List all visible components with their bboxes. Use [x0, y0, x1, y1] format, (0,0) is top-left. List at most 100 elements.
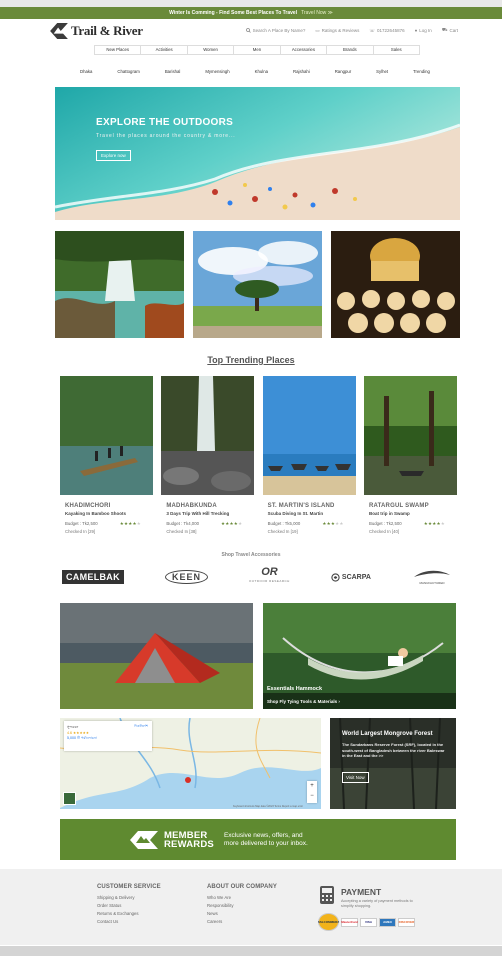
photo-gallery [55, 231, 460, 338]
place-image [60, 376, 153, 495]
city-sylhet[interactable]: Sylhet [376, 69, 388, 74]
place-budget: Budget : Tk2,500 [368, 521, 402, 526]
promo-bar: Winter Is Comming - Find Some Best Place… [0, 7, 502, 19]
city-dhaka[interactable]: Dhaka [80, 69, 92, 74]
member-rewards-banner[interactable]: MEMBER REWARDS Exclusive news, offers, an… [60, 819, 456, 860]
hero-subtitle: Travel the places around the country & m… [96, 133, 236, 139]
nav-men[interactable]: Men [234, 46, 281, 54]
rewards-subtitle: Exclusive news, offers, and more delivere… [223, 831, 308, 847]
footer-link-responsibility[interactable]: Responsibility [207, 902, 277, 910]
city-rangpur[interactable]: Rangpur [335, 69, 351, 74]
place-desc: Kayaking In Bamboo Shoots [65, 511, 127, 516]
rewards-logo-icon [130, 830, 158, 849]
customer-service-column: CUSTOMER SERVICE Shipping & Delivery Ord… [97, 884, 161, 926]
city-khulna[interactable]: Khulna [255, 69, 268, 74]
ratings-link[interactable]: ▭ Ratings & Reviews [315, 27, 359, 34]
tent-promo[interactable] [60, 603, 253, 709]
footer-link-careers[interactable]: Careers [207, 918, 277, 926]
cart-icon: ⛟ [441, 27, 448, 32]
place-desc: Boat trip in Swamp [368, 511, 410, 516]
footer-link-shipping[interactable]: Shipping & Delivery [97, 894, 161, 902]
footer-link-news[interactable]: News [207, 910, 277, 918]
place-name: MADHABKUNDA [166, 503, 217, 509]
hero-title: EXPLORE THE OUTDOORS [96, 117, 234, 128]
nav-activities[interactable]: Activities [141, 46, 188, 54]
site-footer: CUSTOMER SERVICE Shipping & Delivery Ord… [0, 869, 502, 945]
city-trending[interactable]: Trending [413, 69, 430, 74]
city-rajshahi[interactable]: Rajshahi [293, 69, 310, 74]
place-name: RATARGUL SWAMP [368, 503, 429, 509]
hammock-promo[interactable]: Essentials Hammock Shop Fly Tying Tools … [263, 603, 456, 709]
hammock-title: Essentials Hammock [267, 686, 323, 692]
site-header: Trail & River Search A Place By Name? ▭ R… [0, 19, 502, 43]
place-name: KHADIMCHORI [65, 503, 111, 509]
map-directions-link[interactable]: দিকনির্দেশ [134, 724, 148, 730]
chat-icon: ▭ [315, 27, 320, 33]
map-reviews[interactable]: 5,000 টি পর্যালোচনা [67, 735, 149, 742]
gallery-tree[interactable] [193, 231, 322, 338]
nav-new-places[interactable]: New Places [95, 46, 142, 54]
nav-accessories[interactable]: Accessories [281, 46, 328, 54]
zoom-out-icon[interactable]: − [307, 791, 317, 801]
rewards-title: MEMBER REWARDS [164, 829, 214, 850]
footer-link-contact[interactable]: Contact Us [97, 918, 161, 926]
search-link[interactable]: Search A Place By Name? [245, 27, 305, 34]
brand-outdoor-research[interactable]: OR OUTDOOR RESEARCH [249, 567, 290, 586]
logo[interactable]: Trail & River [50, 23, 143, 39]
trending-cards: KHADIMCHORI Kayaking In Bamboo Shoots Bu… [60, 376, 457, 534]
visit-now-button[interactable]: Visit Now [342, 772, 369, 783]
place-checkins: Checked In [40] [368, 529, 400, 534]
cart-link[interactable]: ⛟ Cart [442, 27, 458, 34]
bottom-strip [0, 946, 502, 956]
search-icon [245, 28, 251, 33]
place-budget: Budget : Tk4,000 [166, 521, 199, 526]
user-icon: ● [414, 28, 418, 33]
nav-brands[interactable]: Brands [327, 46, 374, 54]
login-link[interactable]: ● Log In [415, 27, 432, 34]
place-desc: 3 Days Trip With Hill Trecking [166, 511, 230, 516]
forest-promo: World Largest Mongrove Forest The Sundar… [330, 718, 456, 809]
city-chattogram[interactable]: Chattogram [117, 69, 139, 74]
hero-banner: EXPLORE THE OUTDOORS Travel the places a… [55, 87, 460, 220]
sslcommerz-badge: SSLCOMMERZ [318, 913, 339, 931]
nav-sales[interactable]: Sales [374, 46, 419, 54]
rating-stars: ★★★★★ [119, 521, 141, 526]
footer-link-who-we-are[interactable]: Who We Are [207, 894, 277, 902]
place-image [363, 376, 457, 495]
place-card[interactable]: RATARGUL SWAMP Boat trip in Swamp Budget… [363, 376, 457, 534]
hammock-shop-link[interactable]: Shop Fly Tying Tools & Materials › [267, 699, 340, 704]
place-card[interactable]: ST. MARTIN'S ISLAND Scuba Diving In St. … [262, 376, 356, 534]
place-checkins: Checked In [19] [267, 529, 298, 534]
place-budget: Budget : Tk5,000 [267, 521, 301, 526]
payment-cards: SSLCOMMERZ MasterCard VISA AMEX DISCOVER [318, 913, 415, 931]
brand-keen[interactable]: KEEN [164, 570, 208, 584]
place-card[interactable]: KHADIMCHORI Kayaking In Bamboo Shoots Bu… [60, 376, 153, 534]
place-image [161, 376, 255, 495]
map-info-card: সুন্দরবন 4.6 ★★★★★ 5,000 টি পর্যালোচনা দ… [64, 721, 152, 751]
brand-camelbak[interactable]: CAMELBAK [62, 570, 124, 584]
footer-link-returns[interactable]: Returns & Exchanges [97, 910, 161, 918]
phone-link[interactable]: ☏ 01722645876 [369, 27, 404, 34]
rating-stars: ★★★★★ [423, 521, 445, 526]
city-mymensingh[interactable]: Mymensingh [205, 69, 229, 74]
brand-last[interactable]: MANUFACTURED [412, 570, 452, 585]
city-barishal[interactable]: Barishal [165, 69, 181, 74]
visa-icon: VISA [360, 917, 377, 927]
gallery-waterfall[interactable] [55, 231, 184, 338]
scarpa-logo-icon [331, 572, 340, 582]
place-card[interactable]: MADHABKUNDA 3 Days Trip With Hill Trecki… [161, 376, 255, 534]
satellite-toggle[interactable] [63, 792, 76, 805]
nav-women[interactable]: Women [188, 46, 235, 54]
promo-link[interactable]: Travel Now ≫ [301, 10, 333, 16]
explore-button[interactable]: Explore now [96, 150, 131, 161]
footer-link-order-status[interactable]: Order Status [97, 902, 161, 910]
header-tools: Search A Place By Name? ▭ Ratings & Revie… [245, 27, 458, 34]
gallery-mosque[interactable] [331, 231, 460, 338]
brand-scarpa[interactable]: SCARPA [331, 572, 371, 582]
zoom-in-icon[interactable]: + [307, 781, 317, 791]
map-embed[interactable]: সুন্দরবন 4.6 ★★★★★ 5,000 টি পর্যালোচনা দ… [60, 718, 321, 809]
logo-text: Trail & River [71, 23, 143, 38]
promo-text: Winter Is Comming - Find Some Best Place… [169, 10, 298, 16]
promo-images: Essentials Hammock Shop Fly Tying Tools … [60, 603, 456, 709]
payment-title: PAYMENT [341, 887, 382, 897]
